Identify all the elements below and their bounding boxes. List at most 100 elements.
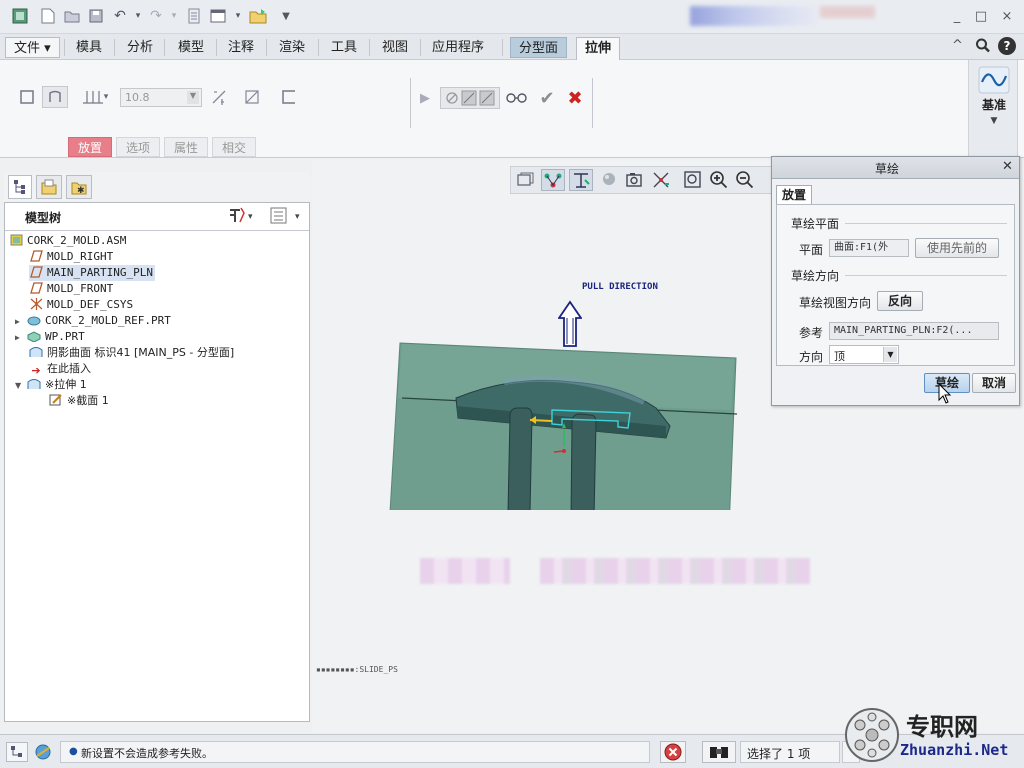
ok-check-icon[interactable]: ✔: [534, 87, 560, 109]
plane-label: 平面: [799, 243, 824, 257]
tab-file[interactable]: 文件 ▾: [5, 37, 60, 58]
tab-extrude[interactable]: 拉伸: [576, 37, 621, 60]
tree-item-workpiece[interactable]: ▶ WP.PRT: [15, 329, 85, 345]
zoom-fit-icon[interactable]: [683, 170, 703, 193]
windows-dropdown-icon[interactable]: ▾: [228, 6, 248, 26]
tree-filter-icon[interactable]: ▾: [269, 206, 309, 229]
display-style-icon[interactable]: [599, 170, 621, 193]
redo-dropdown-icon[interactable]: ▾: [164, 6, 184, 26]
tree-item-extrude[interactable]: ▼ ※拉伸 1: [15, 377, 87, 393]
redo-icon[interactable]: ↷: [146, 6, 166, 26]
tree-item-mold-def-csys[interactable]: MOLD_DEF_CSYS: [29, 297, 133, 313]
expand-toggle-icon[interactable]: ▶: [15, 330, 27, 346]
remove-material-icon[interactable]: [240, 86, 266, 108]
tab-view[interactable]: 视图: [374, 37, 416, 58]
find-icon[interactable]: [702, 741, 736, 763]
tab-analysis[interactable]: 分析: [119, 37, 161, 58]
flip-button[interactable]: 反向: [877, 291, 923, 311]
help-icon[interactable]: ?: [998, 37, 1016, 55]
close-window-button[interactable]: ×: [996, 6, 1018, 26]
folder-browser-tab-icon[interactable]: [36, 175, 62, 199]
browser-toggle-icon[interactable]: [32, 742, 54, 762]
minimize-button[interactable]: _: [946, 6, 968, 26]
maximize-button[interactable]: □: [970, 6, 992, 26]
tab-tools[interactable]: 工具: [323, 37, 365, 58]
stop-regen-icon[interactable]: [660, 741, 686, 763]
datum-dropdown-icon[interactable]: ▼: [969, 116, 1019, 126]
tab-applications[interactable]: 应用程序: [424, 37, 492, 58]
open-icon[interactable]: [62, 6, 82, 26]
dialog-tab-placement[interactable]: 放置: [776, 185, 813, 205]
search-icon[interactable]: [975, 37, 991, 58]
pause-icon[interactable]: ▶: [416, 87, 434, 109]
subtab-properties[interactable]: 属性: [164, 137, 209, 157]
mold-model-graphic[interactable]: [372, 270, 792, 510]
tree-item-section[interactable]: ※截面 1: [49, 393, 109, 409]
extrude-solid-icon[interactable]: [14, 86, 40, 108]
depth-type-icon[interactable]: ▾: [76, 86, 114, 108]
display-datum-icon[interactable]: [541, 169, 565, 191]
tab-annotate[interactable]: 注释: [220, 37, 262, 58]
subtab-placement[interactable]: 放置: [68, 137, 113, 157]
tree-item-shadow-surface[interactable]: 阴影曲面 标识41 [MAIN_PS - 分型面]: [29, 345, 234, 361]
status-bar: ● 新设置不会造成参考失败。 选择了 1 项 专职网 Zhuanzhi.Net: [0, 708, 1024, 768]
subtab-intersect[interactable]: 相交: [212, 137, 257, 157]
tab-model[interactable]: 模型: [170, 37, 212, 58]
model-tree-tab-icon[interactable]: [8, 175, 32, 199]
refit-view-icon[interactable]: [515, 170, 535, 193]
new-icon[interactable]: [38, 6, 58, 26]
extrude-surface-icon[interactable]: [42, 86, 68, 108]
folder-icon[interactable]: [248, 6, 268, 26]
tree-item-label: MOLD_RIGHT: [47, 250, 114, 263]
windows-icon[interactable]: [208, 6, 228, 26]
selection-count: 选择了 1 项: [740, 741, 840, 763]
tab-parting-surface[interactable]: 分型面: [510, 37, 568, 58]
subtab-options[interactable]: 选项: [116, 137, 161, 157]
tree-item-main-parting-pln[interactable]: MAIN_PARTING_PLN: [29, 265, 155, 281]
tree-item-mold-right[interactable]: MOLD_RIGHT: [29, 249, 113, 265]
dialog-cancel-button[interactable]: 取消: [972, 373, 1016, 393]
ribbon-collapse-icon[interactable]: ^: [952, 38, 963, 53]
tree-item-insert-here[interactable]: ➔ 在此插入: [29, 361, 91, 377]
reference-label: 参考: [799, 326, 824, 340]
datum-group[interactable]: 基准 ▼: [968, 60, 1018, 156]
zoom-in-icon[interactable]: [709, 170, 729, 193]
expand-toggle-icon[interactable]: ▶: [15, 314, 27, 330]
undo-dropdown-icon[interactable]: ▾: [128, 6, 148, 26]
cancel-x-icon[interactable]: ✖: [562, 87, 588, 109]
tree-settings-icon[interactable]: ▾: [227, 206, 257, 229]
reference-collector-field[interactable]: MAIN_PARTING_PLN:F2(...: [829, 322, 999, 340]
direction-select[interactable]: 顶 ▼: [829, 345, 899, 364]
expand-toggle-icon[interactable]: ▼: [15, 378, 27, 394]
navigator-toggle-icon[interactable]: [6, 742, 28, 762]
depth-value-field[interactable]: 10.8 ▼: [120, 88, 202, 107]
flip-direction-icon[interactable]: [206, 86, 232, 108]
depth-dropdown-icon[interactable]: ▼: [187, 91, 199, 104]
more-icon[interactable]: ▼: [276, 6, 296, 26]
thicken-icon[interactable]: [276, 86, 302, 108]
tree-item-ref-part[interactable]: ▶ CORK_2_MOLD_REF.PRT: [15, 313, 171, 329]
saved-view-icon[interactable]: [625, 170, 647, 193]
display-axis-icon[interactable]: [569, 169, 593, 191]
chevron-down-icon[interactable]: ▼: [883, 347, 897, 362]
tab-render[interactable]: 渲染: [271, 37, 313, 58]
save-icon[interactable]: [86, 6, 106, 26]
tab-mold[interactable]: 模具: [68, 37, 110, 58]
view-toolbar: [510, 166, 772, 194]
tree-item-assembly[interactable]: CORK_2_MOLD.ASM: [9, 233, 126, 249]
undo-icon[interactable]: ↶: [110, 6, 130, 26]
menu-divider: [420, 39, 421, 56]
zoom-out-icon[interactable]: [735, 170, 755, 193]
regenerate-icon[interactable]: [184, 6, 204, 26]
tree-item-mold-front[interactable]: MOLD_FRONT: [29, 281, 113, 297]
plane-collector-field[interactable]: 曲面:F1(外: [829, 239, 909, 257]
use-previous-button[interactable]: 使用先前的: [915, 238, 999, 258]
ribbon-divider: [410, 78, 411, 128]
spin-center-icon[interactable]: [651, 170, 673, 193]
dialog-close-icon[interactable]: ✕: [1002, 159, 1013, 174]
group-divider: [845, 223, 1007, 224]
favorites-tab-icon[interactable]: ✱: [66, 175, 92, 199]
verify-icon[interactable]: [504, 87, 530, 109]
app-icon[interactable]: [10, 6, 30, 26]
title-bar: ↶ ▾ ↷ ▾ ▾ ▼ _ □ ×: [0, 0, 1024, 34]
